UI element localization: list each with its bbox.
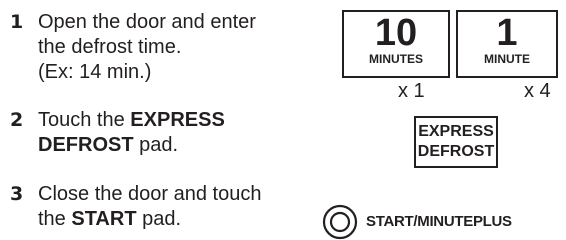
ten-minutes-label: MINUTES (369, 52, 423, 66)
ten-minutes-number: 10 (374, 12, 418, 54)
step-1: 1 Open the door and enter the defrost ti… (10, 10, 330, 85)
ten-minutes-pad[interactable]: 10 MINUTES (342, 10, 450, 78)
one-minute-pad[interactable]: 1 MINUTE (456, 10, 558, 78)
step-2-suffix: pad. (133, 134, 179, 156)
step-2-number: 2 (10, 109, 24, 131)
start-minuteplus-label: START/MINUTEPLUS (366, 213, 512, 230)
step-1-line-3: (Ex: 14 min.) (38, 61, 152, 83)
step-3-prefix: the (38, 208, 72, 230)
step-3-suffix: pad. (136, 208, 182, 230)
step-2-line-1: Touch the EXPRESS (38, 108, 330, 133)
step-3: 3 Close the door and touch the START pad… (10, 182, 330, 232)
step-3-line-2: the START pad. (38, 207, 330, 232)
one-minute-number: 1 (496, 12, 518, 54)
step-1-line-2: the defrost time. (38, 36, 182, 58)
express-defrost-line-1: EXPRESS (418, 123, 494, 140)
step-2-line-2: DEFROST pad. (38, 133, 330, 158)
step-1-line-1: Open the door and enter (38, 11, 256, 33)
one-minute-label: MINUTE (484, 52, 530, 66)
one-minute-multiplier: x 4 (524, 80, 551, 102)
step-3-line-1: Close the door and touch (38, 183, 262, 205)
step-1-number: 1 (10, 11, 24, 33)
start-circle-icon[interactable] (322, 204, 358, 240)
step-3-number: 3 (10, 183, 24, 205)
ten-minutes-multiplier: x 1 (398, 80, 425, 102)
step-2-bold-2: DEFROST (38, 134, 134, 156)
step-2: 2 Touch the EXPRESS DEFROST pad. (10, 108, 330, 158)
step-3-bold: START (71, 208, 137, 230)
step-2-bold-1: EXPRESS (130, 109, 225, 131)
step-2-prefix: Touch the (38, 109, 131, 131)
express-defrost-line-2: DEFROST (417, 143, 495, 160)
express-defrost-pad[interactable]: EXPRESS DEFROST (414, 116, 498, 168)
